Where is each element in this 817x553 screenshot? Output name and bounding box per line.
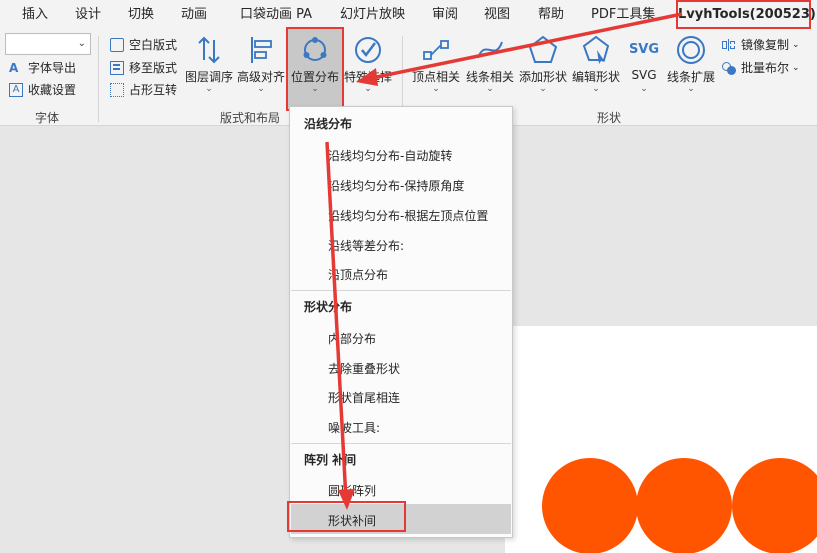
chevron-down-icon: ⌄ [205, 84, 213, 94]
mirror-copy-label: 镜像复制 [741, 38, 790, 52]
chevron-down-icon: ⌄ [77, 38, 86, 49]
svg-icon: SVG [628, 42, 660, 57]
menu-section-shape-distribute: 形状分布 [304, 300, 353, 314]
pentagon-icon [528, 35, 558, 63]
boolean-icon [722, 61, 736, 75]
line-button[interactable]: 线条相关 ⌄ [465, 32, 515, 108]
tab-review[interactable]: 审阅 [432, 0, 458, 30]
tab-pdf-tools[interactable]: PDF工具集 [591, 0, 655, 30]
move-to-layout-label: 移至版式 [129, 61, 178, 75]
slide-canvas[interactable] [505, 326, 817, 553]
menu-item-along-line-keep-angle[interactable]: 沿线均匀分布-保持原角度 [328, 177, 464, 194]
move-to-layout-button[interactable]: 移至版式 [110, 59, 177, 76]
menu-divider [291, 443, 511, 444]
favorites-settings-button[interactable]: A 收藏设置 [9, 81, 76, 98]
placeholder-swap-button[interactable]: 占形互转 [110, 81, 177, 98]
ribbon-tab-bar: 插入 设计 切换 动画 口袋动画 PA 幻灯片放映 审阅 视图 帮助 PDF工具… [0, 0, 817, 30]
menu-item-along-line-left-vertex[interactable]: 沿线均匀分布-根据左顶点位置 [328, 207, 488, 224]
special-select-label: 特殊选择 [343, 70, 392, 84]
shape-tween-highlight-frame [287, 501, 406, 532]
curve-line-icon [477, 41, 503, 59]
font-export-label: 字体导出 [28, 61, 77, 75]
menu-item-remove-overlap[interactable]: 去除重叠形状 [328, 360, 400, 377]
menu-item-along-line-arithmetic[interactable]: 沿线等差分布: [328, 237, 404, 254]
special-select-button[interactable]: 特殊选择 ⌄ [343, 32, 393, 108]
line-extend-button[interactable]: 线条扩展 ⌄ [666, 32, 716, 108]
chevron-down-icon: ⌄ [592, 84, 600, 94]
position-distribute-menu: 沿线分布 沿线均匀分布-自动旋转 沿线均匀分布-保持原角度 沿线均匀分布-根据左… [289, 106, 513, 538]
orange-circle-shape[interactable] [542, 458, 638, 553]
edit-shape-icon [582, 35, 610, 64]
chevron-down-icon: ⌄ [432, 84, 440, 94]
checkbox-icon [110, 37, 124, 52]
tab-help[interactable]: 帮助 [538, 0, 564, 30]
chevron-down-icon: ⌄ [687, 84, 695, 94]
align-left-icon [251, 37, 272, 63]
position-distribute-highlight-frame [286, 27, 344, 111]
tab-view[interactable]: 视图 [484, 0, 510, 30]
menu-section-array-tween: 阵列 补间 [304, 453, 357, 467]
line-extend-label: 线条扩展 [666, 70, 715, 84]
menu-item-inner-distribute[interactable]: 内部分布 [328, 330, 376, 347]
chevron-down-icon: ⌄ [364, 84, 372, 94]
group-label-shape: 形状 [597, 111, 622, 125]
blank-layout-button[interactable]: 空白版式 [110, 36, 177, 53]
menu-item-along-line-auto-rotate[interactable]: 沿线均匀分布-自动旋转 [328, 147, 452, 164]
group-label-layout: 版式和布局 [220, 111, 281, 125]
dotted-square-icon [110, 82, 124, 97]
menu-divider [291, 290, 511, 291]
add-shape-button[interactable]: 添加形状 ⌄ [518, 32, 568, 108]
check-circle-icon [355, 37, 381, 63]
menu-item-along-vertex[interactable]: 沿顶点分布 [328, 266, 388, 283]
orange-circle-shape[interactable] [732, 458, 817, 553]
mirror-copy-button[interactable]: 镜像复制 ⌄ [722, 36, 800, 53]
chevron-down-icon: ⌄ [539, 84, 547, 94]
mirror-icon [722, 38, 736, 52]
font-select[interactable]: ⌄ [5, 33, 91, 55]
menu-section-along-line: 沿线分布 [304, 117, 353, 131]
concentric-circle-icon [677, 36, 705, 64]
menu-item-connect-shapes[interactable]: 形状首尾相连 [328, 389, 400, 406]
group-label-font: 字体 [35, 111, 60, 125]
chevron-down-icon: ⌄ [486, 84, 494, 94]
tab-animations[interactable]: 动画 [181, 0, 207, 30]
chevron-down-icon: ⌄ [792, 39, 800, 50]
tab-lvyhtools[interactable]: LvyhTools(200523) [676, 0, 816, 29]
tab-design[interactable]: 设计 [75, 0, 101, 30]
chevron-down-icon: ⌄ [257, 84, 265, 94]
batch-boolean-label: 批量布尔 [741, 61, 790, 75]
advanced-align-button[interactable]: 高级对齐 ⌄ [236, 32, 286, 108]
orange-circle-shape[interactable] [636, 458, 732, 553]
vertex-icon [423, 40, 449, 60]
chevron-down-icon: ⌄ [792, 62, 800, 73]
font-a-icon: A [9, 60, 19, 75]
tab-slideshow[interactable]: 幻灯片放映 [340, 0, 405, 30]
placeholder-swap-label: 占形互转 [129, 83, 178, 97]
batch-boolean-button[interactable]: 批量布尔 ⌄ [722, 59, 800, 76]
tab-insert[interactable]: 插入 [22, 0, 48, 30]
font-export-button[interactable]: A 字体导出 [9, 59, 76, 76]
blank-layout-label: 空白版式 [129, 38, 178, 52]
vertex-label: 顶点相关 [411, 70, 460, 84]
chevron-down-icon: ⌄ [640, 84, 648, 94]
group-divider [98, 36, 99, 122]
boxed-a-icon: A [9, 82, 23, 97]
tab-transitions[interactable]: 切换 [128, 0, 154, 30]
layer-order-button[interactable]: 图层调序 ⌄ [184, 32, 234, 108]
sort-arrows-icon [198, 36, 220, 64]
tab-pocket-animation[interactable]: 口袋动画 PA [240, 0, 312, 30]
advanced-align-label: 高级对齐 [236, 70, 285, 84]
layout-grid-icon [110, 60, 124, 75]
favorites-settings-label: 收藏设置 [28, 83, 77, 97]
menu-item-circular-array[interactable]: 圆形阵列 [328, 482, 376, 499]
vertex-button[interactable]: 顶点相关 ⌄ [411, 32, 461, 108]
menu-item-noise-tool[interactable]: 噪波工具: [328, 419, 380, 436]
